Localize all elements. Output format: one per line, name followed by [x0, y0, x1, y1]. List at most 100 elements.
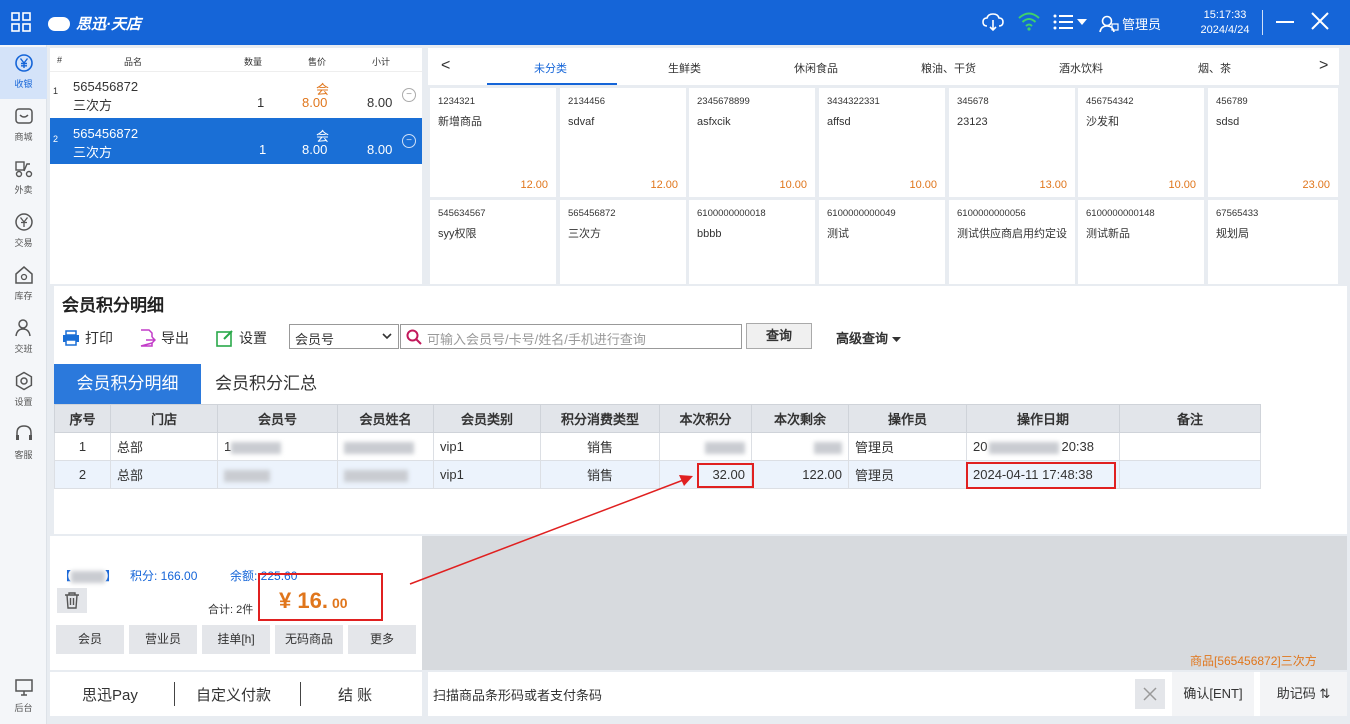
more-button[interactable]: 更多 — [348, 625, 416, 654]
sidebar-item-trade[interactable]: 交易 — [0, 206, 47, 258]
cloud-logo-icon — [48, 16, 70, 31]
remove-item-icon[interactable]: − — [402, 88, 416, 102]
redacted-text — [231, 441, 282, 454]
member-points: 积分: 166.00 — [130, 569, 198, 583]
member-button[interactable]: 会员 — [56, 625, 124, 654]
sidebar-item-shift[interactable]: 交班 — [0, 312, 47, 364]
tab-category-grain[interactable]: 粮油、干货 — [921, 60, 976, 76]
table-row[interactable]: 1 总部 1 vip1 销售 管理员 20 20:38 — [54, 432, 1261, 461]
sidebar-item-settings[interactable]: 设置 — [0, 365, 47, 417]
product-tile[interactable]: 6100000000018 bbbb — [689, 200, 815, 284]
sidebar-item-cashier[interactable]: 收银 — [0, 47, 47, 99]
product-tile[interactable]: 345678 23123 13.00 — [949, 88, 1075, 197]
menu-list-icon[interactable] — [1053, 13, 1089, 31]
redacted-text — [344, 469, 408, 482]
product-tile[interactable]: 1234321 新增商品 12.00 — [430, 88, 556, 197]
clear-cart-button[interactable] — [57, 588, 87, 613]
user-menu[interactable]: 管理员 — [1099, 14, 1161, 33]
product-tile[interactable]: 2345678899 asfxcik 10.00 — [689, 88, 815, 197]
divider — [174, 682, 175, 706]
sixun-pay-button[interactable]: 思迅Pay — [82, 684, 138, 705]
product-tile[interactable]: 565456872 三次方 — [560, 200, 686, 284]
tab-category-tobacco[interactable]: 烟、茶 — [1198, 60, 1231, 76]
sidebar-item-backend[interactable]: 后台 — [0, 671, 47, 723]
title-divider — [1262, 10, 1263, 35]
category-prev-button[interactable]: < — [441, 57, 450, 75]
salesperson-button[interactable]: 营业员 — [129, 625, 197, 654]
apps-grid-icon[interactable] — [11, 12, 31, 32]
brand-logo: 思迅·天店 — [48, 13, 141, 34]
custom-payment-button[interactable]: 自定义付款 — [196, 684, 271, 705]
active-tab-underline — [487, 83, 617, 85]
cart-panel: # 品名 数量 售价 小计 1 565456872 三次方 1 会 8.00 8… — [50, 48, 422, 284]
confirm-button[interactable]: 确认[ENT] — [1172, 672, 1254, 716]
product-tile[interactable]: 6100000000056 测试供应商启用约定设 — [949, 200, 1075, 284]
sidebar-item-mall[interactable]: 商城 — [0, 100, 47, 152]
category-bar: < 未分类 生鲜类 休闲食品 粮油、干货 酒水饮料 烟、茶 > — [428, 48, 1339, 85]
tab-category-drinks[interactable]: 酒水饮料 — [1059, 60, 1103, 76]
caret-down-icon — [891, 337, 901, 342]
product-tile[interactable]: 456789 sdsd 23.00 — [1208, 88, 1338, 197]
title-bar: 思迅·天店 管理员 15:17:33 2024/4/24 — [0, 0, 1350, 45]
highlight-box — [697, 463, 754, 488]
clock: 15:17:33 2024/4/24 — [1193, 8, 1257, 38]
redacted-text — [344, 441, 414, 454]
printer-icon — [63, 330, 79, 346]
print-button[interactable]: 打印 — [62, 328, 113, 348]
redacted-text — [224, 469, 270, 482]
member-search-input[interactable]: 可输入会员号/卡号/姓名/手机进行查询 — [400, 324, 742, 349]
minimize-icon[interactable] — [1275, 14, 1295, 30]
settings-button[interactable]: 设置 — [216, 328, 267, 348]
monitor-icon — [14, 679, 33, 696]
advanced-query-dropdown[interactable]: 高级查询 — [836, 328, 901, 347]
redacted-text — [814, 441, 842, 454]
tab-category-uncategorized[interactable]: 未分类 — [534, 60, 567, 76]
query-button[interactable]: 查询 — [746, 323, 812, 349]
total-count: 合计: 2件 — [208, 604, 254, 616]
cart-row[interactable]: 1 565456872 三次方 1 会 8.00 8.00 − — [50, 72, 422, 118]
scooter-icon — [14, 161, 32, 178]
tab-category-snacks[interactable]: 休闲食品 — [794, 60, 838, 76]
no-barcode-item-button[interactable]: 无码商品 — [275, 625, 343, 654]
product-tile[interactable]: 6100000000049 测试 — [819, 200, 945, 284]
helper-code-button[interactable]: 助记码 ⇅ — [1260, 672, 1347, 716]
gear-icon — [15, 371, 32, 391]
clock-date: 2024/4/24 — [1200, 24, 1250, 36]
highlight-box — [258, 573, 383, 621]
highlight-box — [966, 462, 1116, 489]
clear-scan-button[interactable] — [1135, 679, 1165, 709]
product-tile[interactable]: 2134456 sdvaf 12.00 — [560, 88, 686, 197]
remove-item-icon[interactable]: − — [402, 134, 416, 148]
redacted-text — [71, 570, 106, 583]
export-button[interactable]: 导出 — [138, 328, 189, 348]
product-tile[interactable]: 6100000000148 测试新品 — [1078, 200, 1204, 284]
product-tile[interactable]: 545634567 syy权限 — [430, 200, 556, 284]
sidebar-item-delivery[interactable]: 外卖 — [0, 153, 47, 205]
cloud-sync-icon[interactable] — [982, 12, 1004, 32]
headset-icon — [15, 425, 32, 440]
product-tile[interactable]: 456754342 沙发和 10.00 — [1078, 88, 1204, 197]
close-icon[interactable] — [1311, 12, 1329, 30]
member-points-dialog: 会员积分明细 打印 导出 设置 会员号 可输入会员号/卡号/姓名/手机进行查询 … — [54, 286, 1347, 534]
category-next-button[interactable]: > — [1319, 57, 1328, 75]
checkout-button[interactable]: 结 账 — [338, 684, 372, 705]
member-tag[interactable]: 【】 — [59, 567, 117, 584]
search-field-select[interactable]: 会员号 — [289, 324, 399, 349]
annotation-arrow — [409, 475, 693, 585]
product-tile[interactable]: 67565433 规划局 — [1208, 200, 1338, 284]
sidebar: 收银 商城 外卖 交易 库存 交班 设置 客服 后台 — [0, 45, 47, 724]
cart-row-selected[interactable]: 2 565456872 三次方 1 会 8.00 8.00 − — [50, 118, 422, 164]
tab-points-summary[interactable]: 会员积分汇总 — [201, 364, 331, 404]
product-tile[interactable]: 3434322331 affsd 10.00 — [819, 88, 945, 197]
export-icon — [140, 329, 156, 347]
sidebar-item-service[interactable]: 客服 — [0, 418, 47, 470]
scan-input[interactable]: 扫描商品条形码或者支付条码 — [433, 685, 602, 704]
person-icon — [14, 319, 31, 337]
sidebar-item-stock[interactable]: 库存 — [0, 259, 47, 311]
wifi-icon[interactable] — [1017, 11, 1041, 31]
tab-category-fresh[interactable]: 生鲜类 — [668, 60, 701, 76]
hold-order-button[interactable]: 挂单[h] — [202, 625, 270, 654]
redacted-text — [705, 441, 745, 454]
store-icon — [14, 108, 33, 124]
tab-points-detail[interactable]: 会员积分明细 — [54, 364, 201, 404]
